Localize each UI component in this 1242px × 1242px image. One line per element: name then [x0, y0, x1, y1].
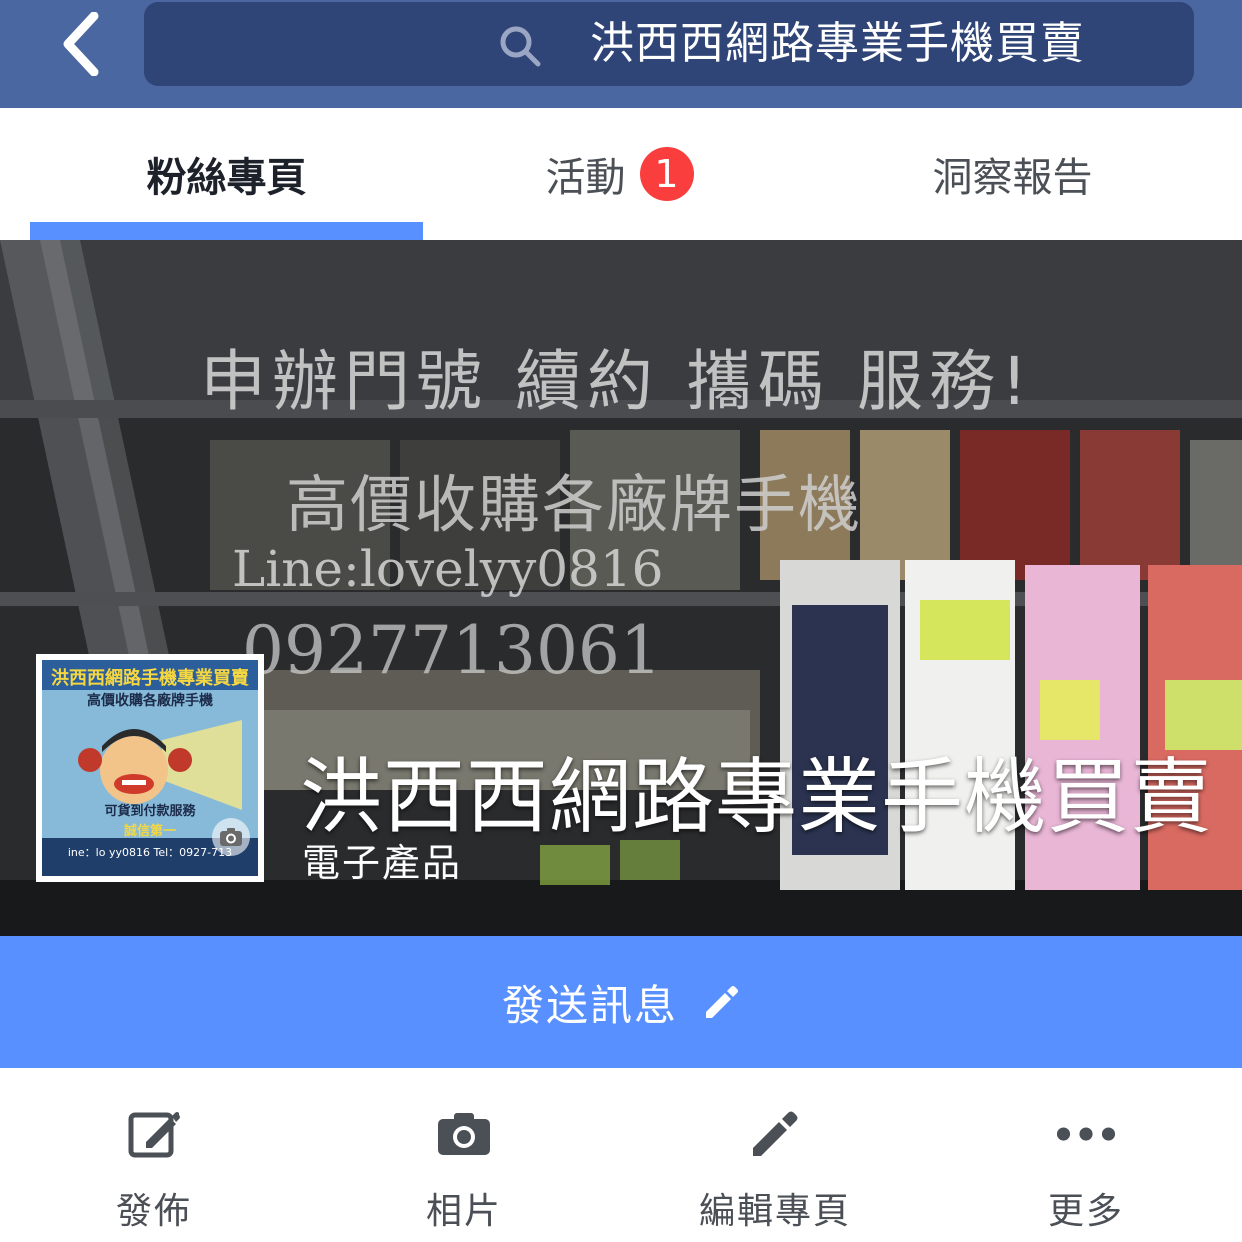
page-category: 電子產品 [302, 841, 463, 885]
more-button[interactable]: 更多 [996, 1068, 1176, 1242]
profile-picture-subtitle: 高價收購各廠牌手機 [87, 693, 213, 709]
publish-button[interactable]: 發佈 [64, 1068, 244, 1242]
cover-text-line: 0927713061 [242, 612, 662, 689]
page-actions-bar: 發佈 相片 編輯專頁 更多 [0, 1068, 1242, 1242]
edit-page-button[interactable]: 編輯專頁 [670, 1068, 880, 1242]
cover-text-line: 高價收購各廠牌手機 [286, 468, 863, 541]
tab-page-label: 粉絲專頁 [146, 155, 307, 201]
compose-icon [124, 1104, 184, 1164]
search-query-text: 洪西西網路專業手機買賣 [590, 18, 1085, 69]
more-dots-icon [1056, 1104, 1116, 1164]
search-bar[interactable]: 洪西西網路專業手機買賣 [144, 2, 1194, 86]
pencil-icon [706, 986, 738, 1018]
tab-insights[interactable]: 洞察報告 [816, 108, 1209, 240]
camera-icon [220, 828, 242, 846]
edit-page-label: 編輯專頁 [698, 1191, 851, 1232]
send-message-label: 發送訊息 [501, 980, 678, 1030]
profile-picture-title: 洪西西網路手機專業買賣 [51, 668, 249, 689]
top-navigation-bar: 洪西西網路專業手機買賣 [0, 0, 1242, 108]
back-chevron-icon [63, 12, 99, 76]
change-profile-photo-button[interactable] [212, 818, 250, 856]
tab-events-label: 活動 [545, 155, 626, 201]
page-tabs: 粉絲專頁 活動 1 洞察報告 [0, 108, 1242, 240]
publish-label: 發佈 [115, 1191, 192, 1232]
pencil-icon [745, 1104, 805, 1164]
tab-insights-label: 洞察報告 [932, 155, 1093, 201]
active-tab-indicator [30, 222, 423, 240]
send-message-button[interactable]: 發送訊息 [0, 936, 1242, 1068]
notification-badge: 1 [639, 147, 694, 201]
profile-picture[interactable]: 洪西西網路手機專業買賣 高價收購各廠牌手機 可貨到付款服務 誠信第一 ine：l… [36, 654, 264, 882]
tab-page[interactable]: 粉絲專頁 [30, 108, 423, 240]
photos-label: 相片 [425, 1191, 502, 1232]
cover-text-line: 申辦門號 續約 攜碼 服務! [200, 343, 1034, 420]
tab-events[interactable]: 活動 1 [423, 108, 816, 240]
more-label: 更多 [1047, 1191, 1124, 1232]
profile-picture-text: 可貨到付款服務 [104, 804, 196, 819]
back-button[interactable] [48, 8, 112, 80]
photos-button[interactable]: 相片 [374, 1068, 554, 1242]
search-icon [500, 26, 541, 67]
profile-picture-image: 洪西西網路手機專業買賣 高價收購各廠牌手機 可貨到付款服務 誠信第一 ine：l… [42, 660, 258, 876]
cover-photo[interactable]: 申辦門號 續約 攜碼 服務! 高價收購各廠牌手機 Line:lovelyy081… [0, 240, 1242, 936]
cover-text-line: Line:lovelyy0816 [232, 540, 664, 598]
camera-icon [434, 1104, 494, 1164]
